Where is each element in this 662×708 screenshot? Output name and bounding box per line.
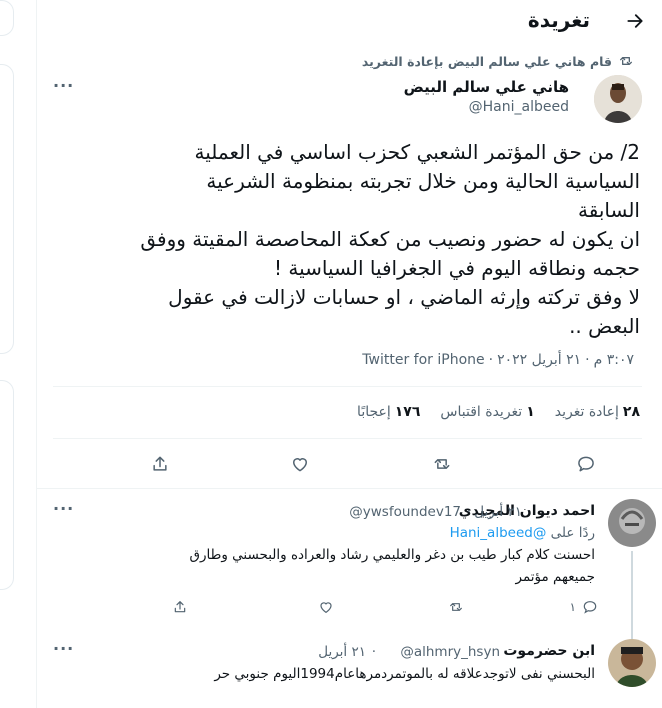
tweet-time[interactable]: ٣:٠٧ م [594,352,634,368]
avatar-image [608,499,656,547]
reply-text-line: البحسني نفى لاتوجدعلاقه له بالموتمردمرها… [214,666,595,682]
tweet-source[interactable]: Twitter for iPhone [362,352,484,368]
author-handle[interactable]: @Hani_albeed [469,99,569,115]
tweet-line: البعض .. [569,314,640,338]
reply-button[interactable] [572,450,600,478]
reply-author-name[interactable]: ابن حضرموت [503,643,595,659]
tweet-line: لا وفق تركته وإرثه الماضي ، او حسابات لا… [168,285,640,309]
reply-icon [583,601,597,614]
tweet-text: 2/ من حق المؤتمر الشعبي كحزب اساسي في ال… [80,138,640,341]
reply-icon [578,456,594,472]
stat-retweets[interactable]: ٢٨ إعادة تغريد [555,404,640,420]
reply-text-line: احسنت كلام كبار طيب بن دغر والعليمي رشاد… [189,547,595,563]
reply-tweet[interactable]: احمد ديوان المجيدي @ywsfoundev17 · ٢١ أب… [37,489,662,641]
meta-separator: · [585,352,590,368]
author-name[interactable]: هاني علي سالم البيض [404,78,569,96]
stat-number: ١ [526,404,535,420]
page-header: تغريدة [37,0,662,40]
sidebar-card [0,64,14,354]
page-title: تغريدة [527,8,590,32]
like-button[interactable] [286,450,314,478]
tweet-line: حجمه ونطاقه اليوم في الجغرافيا السياسية … [274,256,640,280]
reply-avatar[interactable] [608,639,656,687]
share-icon [174,601,186,613]
reply-more-button[interactable]: ··· [53,639,74,658]
stat-number: ١٧٦ [394,404,421,420]
author-avatar[interactable] [594,75,642,123]
more-options-button[interactable]: ··· [53,76,74,95]
retweet-icon [450,603,462,611]
tweet-column: تغريدة قام هاني علي سالم البيض بإعادة ال… [36,0,662,708]
tweet-stats: ٢٨ إعادة تغريد ١ تغريدة اقتباس ١٧٦ إعجاب… [357,404,640,420]
arrow-right-icon [627,14,643,28]
heart-icon [320,602,332,614]
reply-tweet[interactable]: ابن حضرموت @alhmry_hsyn · ٢١ أبريل ··· ا… [37,627,662,708]
stat-likes[interactable]: ١٧٦ إعجابًا [357,404,420,420]
reply-date[interactable]: ٢١ أبريل [474,504,522,520]
sidebar-card [0,380,14,590]
stat-label: تغريدة اقتباس [440,404,523,420]
reply-date[interactable]: ٢١ أبريل [318,644,366,660]
retweet-indicator[interactable]: قام هاني علي سالم البيض بإعادة التغريد [362,53,634,69]
reply-like-button[interactable] [318,599,334,615]
back-button[interactable] [622,8,648,34]
retweet-button[interactable] [428,450,456,478]
reply-avatar[interactable] [608,499,656,547]
tweet-date[interactable]: ٢١ أبريل ٢٠٢٢ [497,352,581,368]
heart-icon [293,458,307,472]
stat-label: إعادة تغريد [554,404,619,420]
left-gutter [0,0,36,708]
reply-share-button[interactable] [172,599,188,615]
stat-number: ٢٨ [622,404,640,420]
retweet-icon [620,57,632,65]
reply-separator: · [466,504,471,520]
stat-label: إعجابًا [357,404,391,420]
reply-author-handle[interactable]: @ywsfoundev17 [349,504,461,520]
avatar-image [594,75,642,123]
divider [53,386,642,387]
share-icon [153,456,167,471]
reply-retweet-button[interactable] [448,599,464,615]
replying-mention[interactable]: @Hani_albeed [450,525,547,541]
reply-author-handle[interactable]: @alhmry_hsyn [400,644,500,660]
reply-reply-button[interactable]: ١ [570,599,598,615]
tweet-actions [37,450,662,478]
retweet-label: قام هاني علي سالم البيض بإعادة التغريد [361,53,612,69]
reply-separator: · [371,644,376,660]
avatar-image [608,639,656,687]
stat-quotes[interactable]: ١ تغريدة اقتباس [440,404,534,420]
tweet-line: السابقة [578,198,640,222]
reply-more-button[interactable]: ··· [53,499,74,518]
reply-count: ١ [569,600,576,614]
replying-to: ردًا على @Hani_albeed [450,525,595,541]
reply-text-line: جميعهم مؤتمر [515,569,595,585]
retweet-icon [434,459,450,469]
tweet-line: ان يكون له حضور ونصيب من كعكة المحاصصة ا… [140,227,640,251]
tweet-line: السياسية الحالية ومن خلال تجربته بمنظومة… [206,169,640,193]
meta-separator: · [488,352,494,368]
tweet-metadata: Twitter for iPhone · ٢١ أبريل ٢٠٢٢ · ٣:٠… [362,352,634,368]
tweet-line: 2/ من حق المؤتمر الشعبي كحزب اساسي في ال… [194,140,640,164]
divider [53,438,642,439]
sidebar-card [0,0,14,36]
share-button[interactable] [146,450,174,478]
replying-prefix: ردًا على [550,525,595,541]
